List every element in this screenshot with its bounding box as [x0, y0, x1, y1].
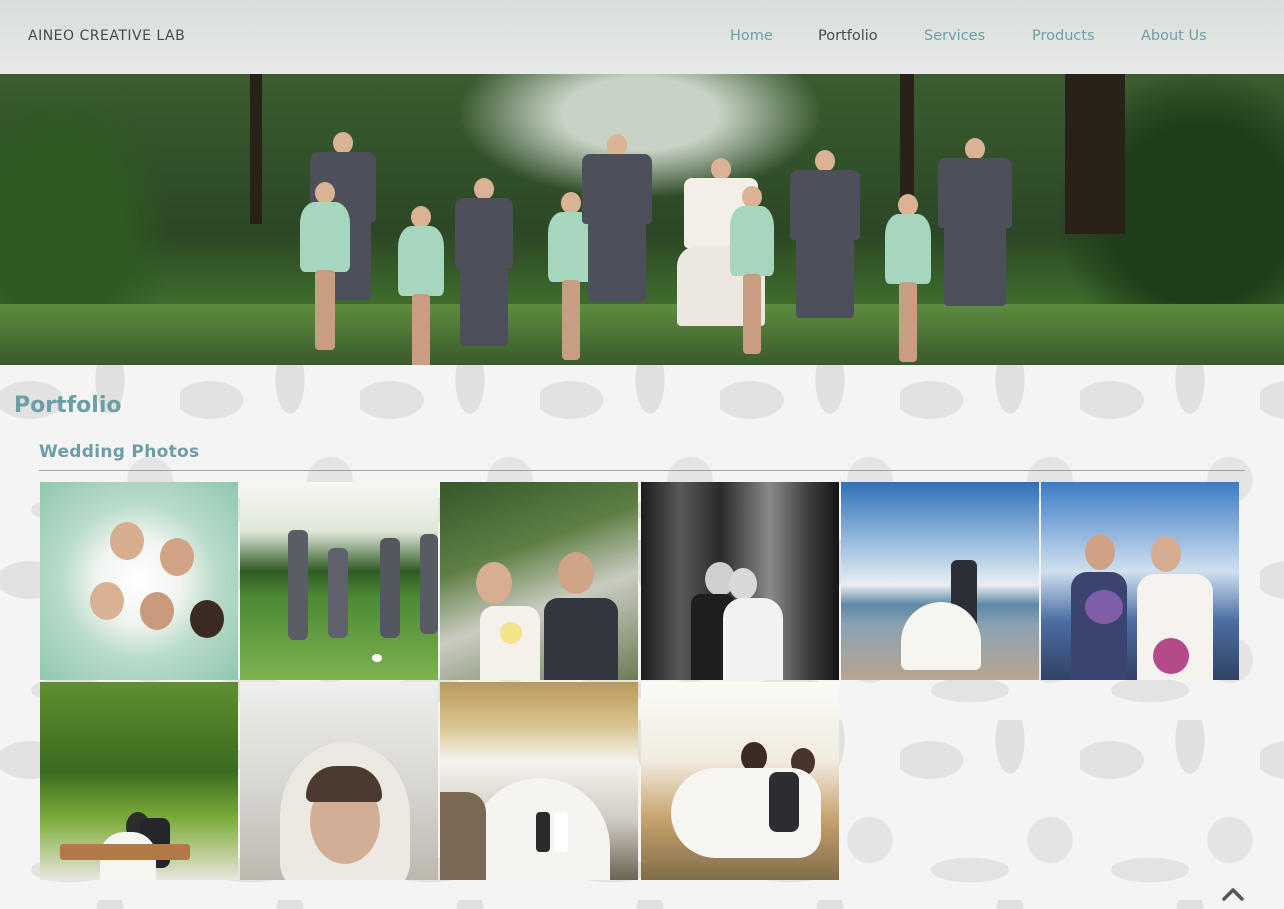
nav-products[interactable]: Products: [1032, 28, 1095, 44]
bridesmaid-figure: [300, 182, 350, 352]
nav-portfolio[interactable]: Portfolio: [818, 28, 878, 44]
groomsman-figure: [455, 178, 513, 358]
gallery-photo-elevator-kiss[interactable]: [641, 482, 839, 680]
bridesmaid-figure: [398, 206, 444, 365]
gallery-photo-bride-bridesmaids-bouquets[interactable]: [1041, 482, 1239, 680]
nav-services[interactable]: Services: [924, 28, 985, 44]
nav-about-us[interactable]: About Us: [1141, 28, 1207, 44]
gallery-photo-groom-carrying-bride[interactable]: [641, 682, 839, 880]
groomsman-figure: [790, 150, 860, 330]
nav-home[interactable]: Home: [730, 28, 773, 44]
gallery-photo-groomsmen-golf[interactable]: [240, 482, 438, 680]
hero-banner-image: [0, 74, 1284, 365]
section-divider: [39, 470, 1245, 471]
bridesmaid-figure: [730, 186, 774, 354]
main-nav: Home Portfolio Services Products About U…: [0, 28, 1284, 48]
groom-figure: [582, 134, 652, 324]
top-navigation-bar: AINEO CREATIVE LAB Home Portfolio Servic…: [0, 0, 1284, 74]
groomsman-figure: [938, 138, 1012, 338]
bridesmaid-figure: [885, 194, 931, 362]
gallery-photo-bride-groom-bubbles[interactable]: [440, 482, 638, 680]
page-title: Portfolio: [14, 393, 122, 418]
chevron-up-icon[interactable]: [1221, 884, 1245, 902]
gallery-photo-bench-kiss[interactable]: [40, 682, 238, 880]
section-title-wedding-photos: Wedding Photos: [39, 442, 200, 462]
gallery-photo-chapel-ceremony[interactable]: [440, 682, 638, 880]
gallery-photo-pier-embrace[interactable]: [841, 482, 1039, 680]
gallery-photo-bride-veil-portrait[interactable]: [240, 682, 438, 880]
gallery-photo-bridesmaids-circle[interactable]: [40, 482, 238, 680]
